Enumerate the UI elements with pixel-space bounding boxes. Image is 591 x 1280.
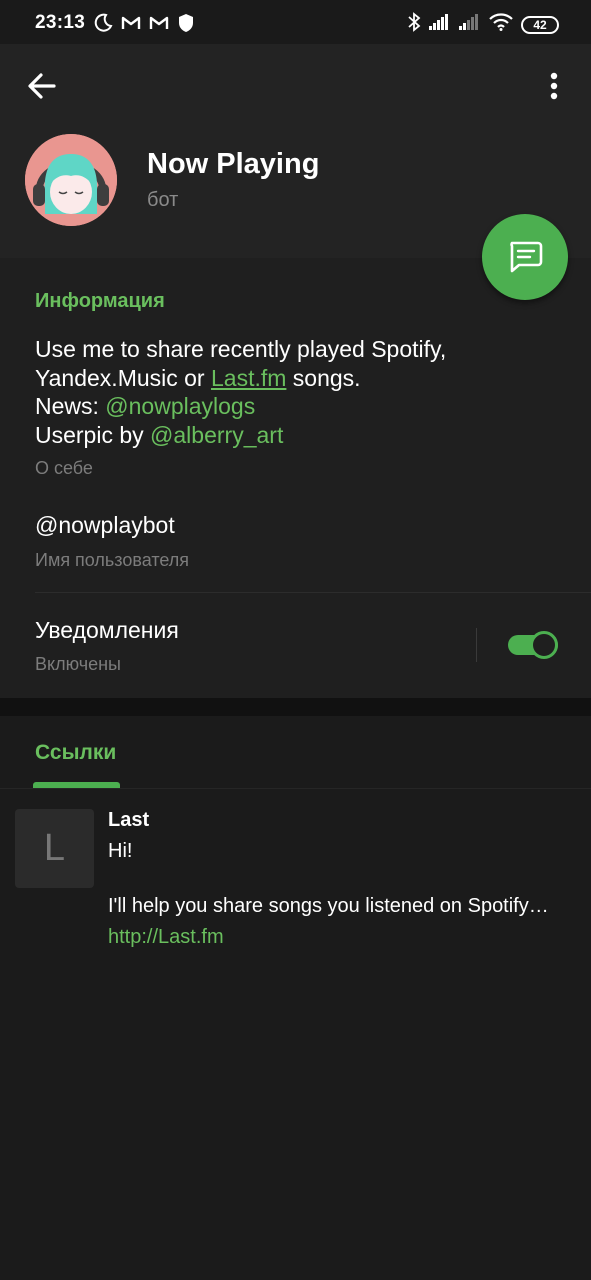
arrow-left-icon xyxy=(28,73,56,99)
link-description-line-2: I'll help you share songs you listened o… xyxy=(108,895,549,917)
tab-links-label: Ссылки xyxy=(35,741,117,764)
news-channel-link[interactable]: @nowplaylogs xyxy=(105,393,255,419)
bio-line-2: Yandex.Music or Last.fm songs. xyxy=(35,364,565,393)
avatar[interactable] xyxy=(25,134,117,226)
bio-text: Use me to share recently played Spotify,… xyxy=(35,335,565,449)
back-button[interactable] xyxy=(22,66,62,106)
status-left-icons xyxy=(93,13,195,38)
bio-text-segment: Userpic by xyxy=(35,421,151,448)
vertical-separator xyxy=(476,628,477,662)
status-right-icons: 42 xyxy=(407,12,559,37)
bio-text-segment: songs. xyxy=(286,364,361,391)
gmail-icon xyxy=(149,15,169,36)
bluetooth-icon xyxy=(407,12,421,37)
username[interactable]: @nowplaybot xyxy=(35,512,175,539)
gmail-icon xyxy=(121,15,141,36)
shield-icon xyxy=(177,13,195,38)
bio-text-segment: Yandex.Music or xyxy=(35,364,211,391)
message-icon xyxy=(510,241,543,273)
toggle-knob xyxy=(530,631,558,659)
info-section: Информация Use me to share recently play… xyxy=(0,258,591,698)
lastfm-link[interactable]: Last.fm xyxy=(211,365,286,391)
battery-icon: 42 xyxy=(521,15,559,34)
status-time: 23:13 xyxy=(35,12,86,33)
link-title: Last xyxy=(108,809,150,831)
notifications-toggle[interactable] xyxy=(508,631,560,659)
section-gap xyxy=(0,698,591,716)
more-vertical-icon xyxy=(550,72,558,100)
bio-caption: О себе xyxy=(35,458,93,478)
bio-line-3: News: @nowplaylogs xyxy=(35,392,565,421)
profile-name: Now Playing xyxy=(147,148,320,180)
divider xyxy=(35,592,591,593)
moon-icon xyxy=(93,13,113,38)
more-options-button[interactable] xyxy=(539,66,569,106)
status-bar: 23:13 42 xyxy=(0,0,591,44)
userpic-author-link[interactable]: @alberry_art xyxy=(150,422,283,448)
profile-subtitle: бот xyxy=(147,189,179,211)
signal-weak-icon xyxy=(459,14,481,35)
tab-links[interactable]: Ссылки xyxy=(33,716,123,788)
link-thumbnail: L xyxy=(15,809,94,888)
bio-line-1: Use me to share recently played Spotify, xyxy=(35,336,447,362)
bio-line-4: Userpic by @alberry_art xyxy=(35,421,565,450)
battery-level: 42 xyxy=(533,17,547,32)
link-url[interactable]: http://Last.fm xyxy=(108,926,224,949)
info-section-title: Информация xyxy=(35,290,165,312)
link-description-line-1: Hi! xyxy=(108,840,133,862)
notifications-title[interactable]: Уведомления xyxy=(35,617,179,644)
wifi-icon xyxy=(489,13,513,36)
notifications-status: Включены xyxy=(35,654,121,674)
avatar-image xyxy=(25,134,117,226)
username-caption: Имя пользователя xyxy=(35,550,190,570)
bio-text-segment: News: xyxy=(35,393,106,419)
tab-bar-border xyxy=(0,788,591,789)
signal-icon xyxy=(429,14,451,35)
link-item[interactable]: L Last Hi! I'll help you share songs you… xyxy=(0,801,591,951)
send-message-button[interactable] xyxy=(482,214,568,300)
shared-media-section: Ссылки L Last Hi! I'll help you share so… xyxy=(0,716,591,1280)
